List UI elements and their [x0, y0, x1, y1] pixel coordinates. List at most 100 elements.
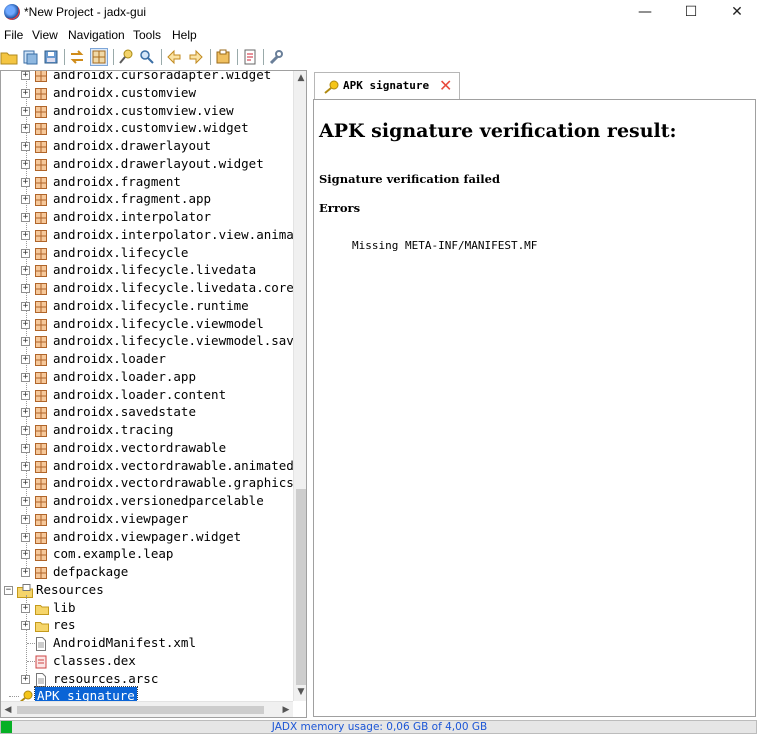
expand-toggle-icon[interactable]: +	[21, 408, 30, 418]
find-class-icon[interactable]	[138, 48, 156, 66]
tree-item-package[interactable]: + androidx.lifecycle	[1, 244, 293, 262]
add-files-icon[interactable]	[21, 48, 39, 66]
open-folder-icon[interactable]	[0, 48, 18, 66]
tree-item-package[interactable]: + androidx.drawerlayout	[1, 137, 293, 155]
tree-item-package[interactable]: + androidx.customview.view	[1, 102, 293, 120]
tree-item-package[interactable]: + androidx.drawerlayout.widget	[1, 155, 293, 173]
expand-toggle-icon[interactable]: +	[21, 106, 30, 116]
expand-toggle-icon[interactable]: +	[21, 159, 30, 169]
tree-vertical-scrollbar[interactable]: ▲ ▼	[293, 71, 306, 701]
tree-item-resource[interactable]: + resources.arsc	[1, 670, 293, 688]
tree-item-package[interactable]: + androidx.vectordrawable.animated	[1, 457, 294, 475]
expand-toggle-icon[interactable]: +	[21, 532, 30, 542]
tree-item-package[interactable]: + androidx.loader	[1, 350, 293, 368]
expand-toggle-icon[interactable]: +	[21, 71, 30, 80]
tree-item-package[interactable]: + androidx.savedstate	[1, 403, 293, 421]
log-icon[interactable]	[241, 48, 259, 66]
expand-toggle-icon[interactable]: +	[21, 124, 30, 134]
search-text-icon[interactable]	[117, 48, 135, 66]
tree-item-package[interactable]: + com.example.leap	[1, 545, 293, 563]
tree-item-package[interactable]: + androidx.interpolator.view.anima	[1, 226, 294, 244]
dex-file-icon	[35, 655, 47, 669]
tree-item-resource[interactable]: + lib	[1, 599, 293, 617]
save-all-icon[interactable]	[42, 48, 60, 66]
minimize-button[interactable]: —	[622, 0, 668, 26]
tree-item-package[interactable]: + androidx.lifecycle.livedata	[1, 261, 293, 279]
tree-item-package[interactable]: + androidx.loader.content	[1, 386, 293, 404]
flatten-packages-icon[interactable]	[90, 48, 108, 66]
expand-toggle-icon[interactable]: +	[21, 319, 30, 329]
expand-toggle-icon[interactable]: +	[21, 372, 30, 382]
expand-toggle-icon[interactable]: +	[21, 514, 30, 524]
tree-item-package[interactable]: + androidx.versionedparcelable	[1, 492, 293, 510]
expand-toggle-icon[interactable]: +	[21, 550, 30, 560]
tree-item-package[interactable]: + androidx.lifecycle.viewmodel	[1, 315, 293, 333]
tree-item-package[interactable]: + androidx.fragment.app	[1, 190, 293, 208]
tree-item-package[interactable]: + androidx.vectordrawable.graphics	[1, 474, 294, 492]
collapse-toggle-icon[interactable]: −	[4, 585, 13, 595]
menu-view[interactable]: View	[32, 28, 58, 42]
tree-item-package[interactable]: + androidx.viewpager.widget	[1, 528, 293, 546]
decompile-icon[interactable]	[214, 48, 232, 66]
expand-toggle-icon[interactable]: +	[21, 674, 30, 684]
scroll-left-arrow-icon[interactable]: ◀	[1, 702, 15, 717]
tree-item-package[interactable]: + androidx.loader.app	[1, 368, 293, 386]
expand-toggle-icon[interactable]: +	[21, 443, 30, 453]
expand-toggle-icon[interactable]: +	[21, 88, 30, 98]
close-tab-icon[interactable]: ✕	[439, 78, 452, 94]
expand-toggle-icon[interactable]: +	[21, 390, 30, 400]
tree-item-package[interactable]: + androidx.viewpager	[1, 510, 293, 528]
expand-toggle-icon[interactable]: +	[21, 284, 30, 293]
tree-item-resource[interactable]: classes.dex	[1, 652, 293, 670]
maximize-button[interactable]: ☐	[668, 0, 714, 26]
scroll-down-arrow-icon[interactable]: ▼	[294, 685, 306, 699]
expand-toggle-icon[interactable]: +	[21, 479, 30, 489]
menu-help[interactable]: Help	[172, 28, 197, 42]
menu-navigation[interactable]: Navigation	[68, 28, 125, 42]
expand-toggle-icon[interactable]: +	[21, 230, 30, 240]
tree-vertical-scroll-thumb[interactable]	[296, 489, 306, 685]
tree-item-resource[interactable]: + res	[1, 616, 293, 634]
expand-toggle-icon[interactable]: +	[21, 461, 30, 471]
expand-toggle-icon[interactable]: +	[21, 213, 30, 222]
tree-item-package[interactable]: + androidx.lifecycle.livedata.core	[1, 279, 294, 297]
menu-tools[interactable]: Tools	[133, 28, 161, 42]
close-window-button[interactable]: ✕	[714, 0, 760, 26]
project-tree-panel[interactable]: + androidx.cursoradapter.widget + androidx.…	[0, 70, 307, 718]
tree-item-package[interactable]: + androidx.tracing	[1, 421, 293, 439]
back-icon[interactable]	[165, 48, 183, 66]
expand-toggle-icon[interactable]: +	[21, 195, 30, 205]
forward-icon[interactable]	[187, 48, 205, 66]
tree-item-package[interactable]: + androidx.vectordrawable	[1, 439, 293, 457]
expand-toggle-icon[interactable]: +	[21, 568, 30, 577]
scroll-right-arrow-icon[interactable]: ▶	[279, 702, 293, 717]
tree-item-package[interactable]: + androidx.interpolator	[1, 208, 293, 226]
expand-toggle-icon[interactable]: +	[21, 603, 30, 613]
tree-item-resource[interactable]: AndroidManifest.xml	[1, 634, 293, 652]
tree-item-package[interactable]: + androidx.lifecycle.runtime	[1, 297, 293, 315]
sync-tree-icon[interactable]	[68, 48, 86, 66]
tree-item-package[interactable]: + androidx.lifecycle.viewmodel.sav	[1, 332, 294, 350]
tree-horizontal-scroll-thumb[interactable]	[17, 706, 264, 714]
tree-item-package[interactable]: + defpackage	[1, 563, 293, 581]
expand-toggle-icon[interactable]: +	[21, 497, 30, 506]
expand-toggle-icon[interactable]: +	[21, 355, 30, 364]
expand-toggle-icon[interactable]: +	[21, 177, 30, 187]
tree-item-package[interactable]: + androidx.customview.widget	[1, 119, 293, 137]
expand-toggle-icon[interactable]: +	[21, 301, 30, 311]
scroll-up-arrow-icon[interactable]: ▲	[294, 71, 306, 85]
expand-toggle-icon[interactable]: +	[21, 426, 30, 435]
menu-file[interactable]: File	[4, 28, 23, 42]
expand-toggle-icon[interactable]: +	[21, 621, 30, 631]
expand-toggle-icon[interactable]: +	[21, 337, 30, 347]
tree-item-package[interactable]: + androidx.customview	[1, 84, 293, 102]
tree-item-package[interactable]: + androidx.fragment	[1, 173, 293, 191]
expand-toggle-icon[interactable]: +	[21, 266, 30, 276]
expand-toggle-icon[interactable]: +	[21, 248, 30, 258]
expand-toggle-icon[interactable]: +	[21, 142, 30, 151]
tree-item-package[interactable]: + androidx.cursoradapter.widget	[1, 71, 293, 84]
tree-item-resources[interactable]: − Resources	[1, 581, 293, 599]
tab-apk-signature[interactable]: APK signature ✕	[314, 72, 460, 100]
preferences-icon[interactable]	[267, 48, 285, 66]
tree-horizontal-scrollbar[interactable]: ◀ ▶	[1, 701, 293, 717]
